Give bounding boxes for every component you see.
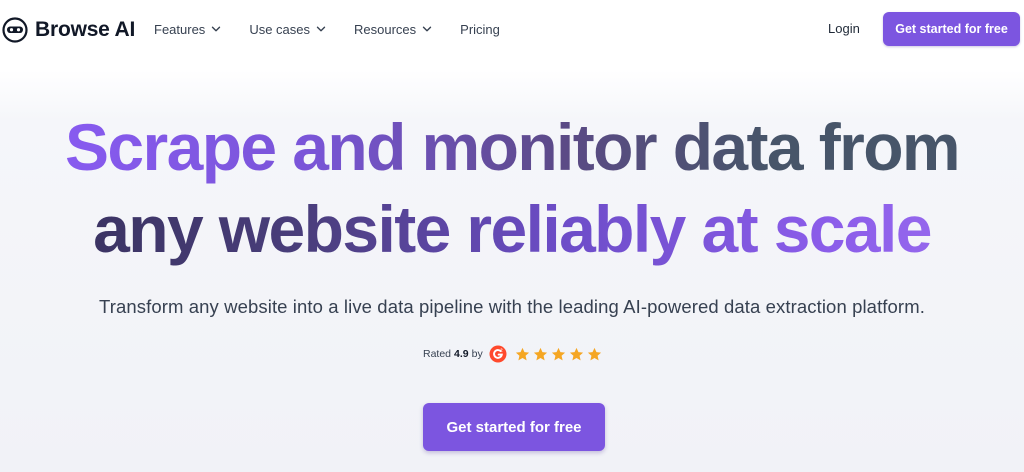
rating-by: by (471, 348, 483, 360)
nav-item-resources[interactable]: Resources (354, 22, 432, 37)
nav-item-label: Use cases (249, 21, 311, 37)
hero-title: Scrape and monitor data from any website… (0, 106, 1024, 270)
nav-item-label: Pricing (460, 21, 500, 37)
star-icon (533, 347, 547, 360)
hero-get-started-button[interactable]: Get started for free (423, 403, 605, 451)
chevron-down-icon (316, 26, 326, 32)
login-link[interactable]: Login (828, 21, 860, 36)
star-icon (551, 347, 565, 360)
hero-title-line-2: any website reliably at scale (0, 188, 1024, 270)
star-icon (515, 347, 529, 360)
rating-stars (515, 347, 602, 362)
nav-item-use-cases[interactable]: Use cases (249, 22, 326, 37)
rating-score: 4.9 (454, 348, 469, 360)
nav-item-label: Features (154, 21, 206, 37)
brand-name: Browse AI (35, 18, 136, 41)
chevron-down-icon (212, 26, 221, 32)
g2-logo-icon: 2 (489, 345, 507, 363)
rating-badge: Rated 4.9 by 2 (423, 343, 602, 365)
nav-item-label: Resources (354, 21, 417, 37)
hero-title-line-1: Scrape and monitor data from (0, 106, 1024, 188)
rating-prefix: Rated (423, 348, 452, 360)
hero-subtitle: Transform any website into a live data p… (99, 296, 925, 317)
top-navbar: Browse AI Features Use cases Resources P… (0, 0, 1024, 60)
nav-get-started-button[interactable]: Get started for free (883, 12, 1020, 46)
star-icon (587, 347, 601, 360)
chevron-down-icon (422, 26, 432, 32)
star-icon (569, 347, 583, 360)
nav-item-features[interactable]: Features (154, 22, 221, 37)
brand-logo-link[interactable]: Browse AI (2, 14, 135, 46)
main-nav: Features Use cases Resources Pricing (154, 17, 500, 41)
nav-item-pricing[interactable]: Pricing (460, 22, 500, 37)
robot-head-icon (2, 17, 28, 43)
